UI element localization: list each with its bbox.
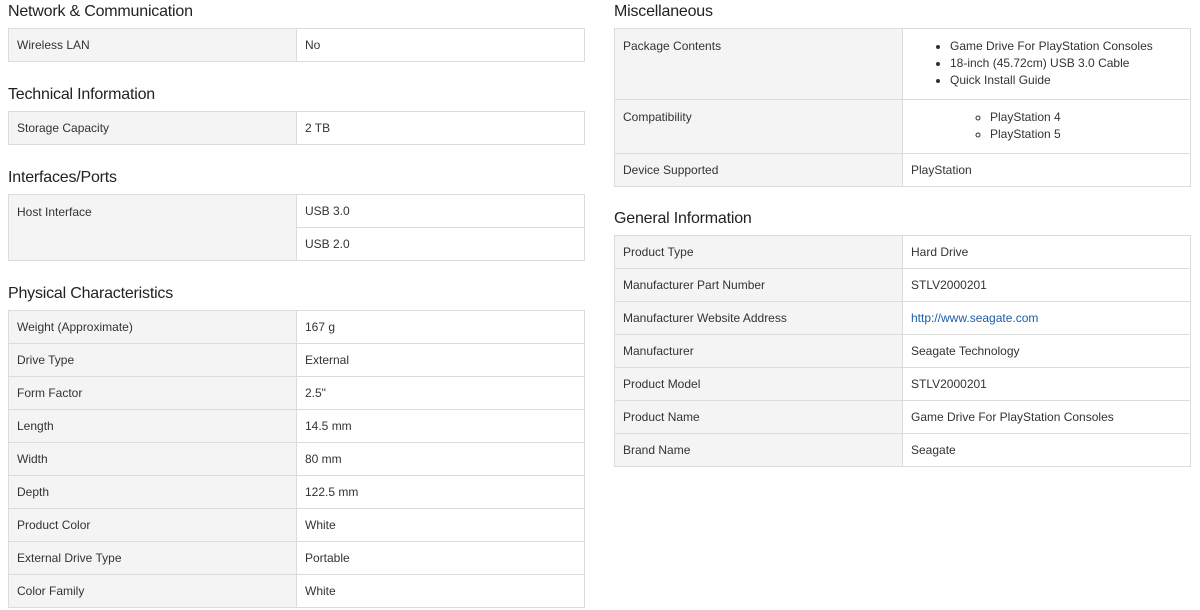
table-row: Brand Name Seagate <box>614 433 1191 467</box>
table-row: Product Type Hard Drive <box>614 235 1191 269</box>
spec-label: Weight (Approximate) <box>8 310 297 344</box>
spec-label: Length <box>8 409 297 443</box>
spec-label: Storage Capacity <box>8 111 297 145</box>
section-heading-misc: Miscellaneous <box>614 3 713 20</box>
spec-value: Seagate Technology <box>902 334 1191 368</box>
package-contents-list: Game Drive For PlayStation Consoles 18-i… <box>903 38 1190 89</box>
spec-label: Device Supported <box>614 153 903 187</box>
spec-label: Manufacturer Website Address <box>614 301 903 335</box>
spec-value: White <box>296 574 585 608</box>
spec-table-physical: Weight (Approximate) 167 g Drive Type Exte… <box>8 310 585 608</box>
spec-value: External <box>296 343 585 377</box>
spec-value: USB 2.0 <box>296 227 585 261</box>
spec-table-general: Product Type Hard Drive Manufacturer Part… <box>614 235 1191 467</box>
table-row: Weight (Approximate) 167 g <box>8 310 585 344</box>
spec-value: Game Drive For PlayStation Consoles <box>902 400 1191 434</box>
manufacturer-website-link[interactable]: http://www.seagate.com <box>911 311 1038 325</box>
section-heading-interfaces: Interfaces/Ports <box>8 169 117 186</box>
spec-value: Portable <box>296 541 585 575</box>
table-row: Wireless LAN No <box>8 28 585 62</box>
section-heading-general: General Information <box>614 210 752 227</box>
table-row: Product Color White <box>8 508 585 542</box>
compatibility-list: PlayStation 4 PlayStation 5 <box>903 109 1190 143</box>
table-row: Form Factor 2.5" <box>8 376 585 410</box>
spec-value: PlayStation 4 PlayStation 5 <box>902 99 1191 154</box>
table-row: Width 80 mm <box>8 442 585 476</box>
spec-value: White <box>296 508 585 542</box>
table-row: Package Contents Game Drive For PlayStat… <box>614 28 1191 100</box>
spec-label: Drive Type <box>8 343 297 377</box>
spec-value: 80 mm <box>296 442 585 476</box>
spec-value: 2.5" <box>296 376 585 410</box>
spec-label: Manufacturer <box>614 334 903 368</box>
right-column: Miscellaneous Package Contents Game Driv… <box>614 0 1191 467</box>
spec-label: Product Type <box>614 235 903 269</box>
spec-label: Width <box>8 442 297 476</box>
list-item: PlayStation 4 <box>990 109 1190 126</box>
spec-label: Form Factor <box>8 376 297 410</box>
left-column: Network & Communication Wireless LAN No … <box>8 0 585 608</box>
table-row: Depth 122.5 mm <box>8 475 585 509</box>
table-row: Compatibility PlayStation 4 PlayStation … <box>614 99 1191 154</box>
spec-label: External Drive Type <box>8 541 297 575</box>
spec-value: http://www.seagate.com <box>902 301 1191 335</box>
list-item: Quick Install Guide <box>950 72 1190 89</box>
spec-table-interfaces: Host Interface USB 3.0 USB 2.0 <box>8 194 585 261</box>
list-item: PlayStation 5 <box>990 126 1190 143</box>
table-row: Color Family White <box>8 574 585 608</box>
spec-label: Wireless LAN <box>8 28 297 62</box>
table-row: Manufacturer Website Address http://www.s… <box>614 301 1191 335</box>
table-row: External Drive Type Portable <box>8 541 585 575</box>
table-row: Device Supported PlayStation <box>614 153 1191 187</box>
table-row: Product Model STLV2000201 <box>614 367 1191 401</box>
spec-value: No <box>296 28 585 62</box>
spec-label: Brand Name <box>614 433 903 467</box>
spec-value: Hard Drive <box>902 235 1191 269</box>
spec-label: Product Name <box>614 400 903 434</box>
table-row: Storage Capacity 2 TB <box>8 111 585 145</box>
list-item: Game Drive For PlayStation Consoles <box>950 38 1190 55</box>
spec-value: STLV2000201 <box>902 268 1191 302</box>
spec-label: Depth <box>8 475 297 509</box>
table-row: Manufacturer Seagate Technology <box>614 334 1191 368</box>
section-heading-network: Network & Communication <box>8 3 193 20</box>
spec-label: Product Model <box>614 367 903 401</box>
spec-label: Compatibility <box>614 99 903 154</box>
spec-value: PlayStation <box>902 153 1191 187</box>
spec-label: Host Interface <box>8 194 297 261</box>
spec-table-technical: Storage Capacity 2 TB <box>8 111 585 145</box>
spec-value: 14.5 mm <box>296 409 585 443</box>
section-heading-physical: Physical Characteristics <box>8 285 174 302</box>
spec-value: 2 TB <box>296 111 585 145</box>
table-row: Product Name Game Drive For PlayStation C… <box>614 400 1191 434</box>
spec-label: Package Contents <box>614 28 903 100</box>
table-row: Drive Type External <box>8 343 585 377</box>
spec-value: 122.5 mm <box>296 475 585 509</box>
list-item: 18-inch (45.72cm) USB 3.0 Cable <box>950 55 1190 72</box>
spec-value: Seagate <box>902 433 1191 467</box>
table-row: Length 14.5 mm <box>8 409 585 443</box>
spec-value: 167 g <box>296 310 585 344</box>
spec-label: Product Color <box>8 508 297 542</box>
table-row: Host Interface USB 3.0 <box>8 194 585 261</box>
spec-label: Color Family <box>8 574 297 608</box>
spec-table-misc: Package Contents Game Drive For PlayStat… <box>614 28 1191 187</box>
table-row: Manufacturer Part Number STLV2000201 <box>614 268 1191 302</box>
spec-value: USB 3.0 <box>296 194 585 228</box>
spec-value: STLV2000201 <box>902 367 1191 401</box>
spec-table-network: Wireless LAN No <box>8 28 585 62</box>
spec-label: Manufacturer Part Number <box>614 268 903 302</box>
section-heading-technical: Technical Information <box>8 86 155 103</box>
spec-value: Game Drive For PlayStation Consoles 18-i… <box>902 28 1191 100</box>
